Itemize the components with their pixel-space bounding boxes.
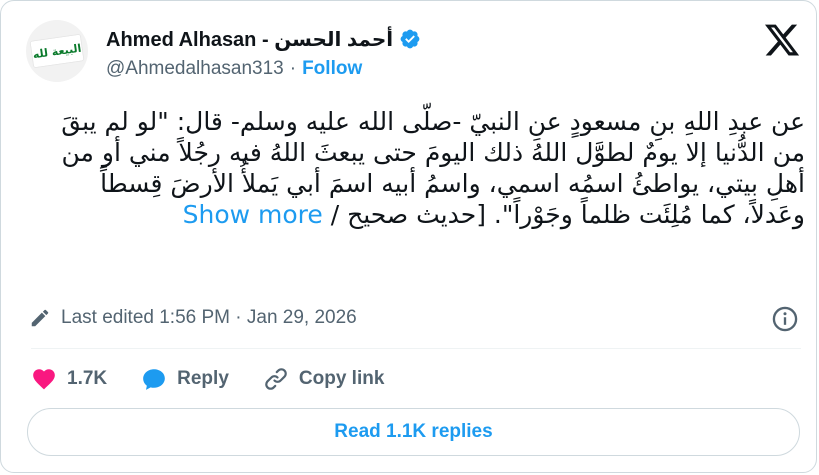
edited-timestamp[interactable]: Last edited 1:56 PM · Jan 29, 2026 (61, 307, 357, 329)
link-icon (265, 368, 287, 390)
heart-icon (33, 369, 55, 390)
read-replies-button[interactable]: Read 1.1K replies (27, 408, 800, 456)
like-count: 1.7K (67, 368, 108, 389)
avatar-flag: البيعة لله (30, 34, 84, 68)
tweet-header: Ahmed Alhasan - أحمد الحسن @Ahmedalhasan… (106, 26, 421, 86)
copy-link-button[interactable]: Copy link (263, 366, 385, 392)
info-icon[interactable] (771, 305, 799, 333)
divider (31, 348, 801, 349)
name-row: Ahmed Alhasan - أحمد الحسن (106, 26, 421, 52)
avatar[interactable]: البيعة لله (26, 20, 88, 82)
follow-button[interactable]: Follow (302, 58, 362, 80)
author-display-name[interactable]: Ahmed Alhasan - أحمد الحسن (106, 27, 393, 52)
x-logo-icon[interactable] (763, 21, 801, 59)
show-more-link[interactable]: Show more (183, 200, 323, 229)
verified-badge-icon (399, 28, 421, 50)
tweet-text-content: عن عبدِ اللهِ بنِ مسعودٍ عنِ النبيّ -صلّ… (61, 107, 805, 229)
handle-row: @Ahmedalhasan313 · Follow (106, 58, 421, 80)
reply-button[interactable]: Reply (141, 366, 229, 392)
separator-dot: · (289, 58, 297, 79)
like-button[interactable]: 1.7K (31, 366, 107, 392)
copy-link-label: Copy link (298, 368, 385, 389)
edited-row: Last edited 1:56 PM · Jan 29, 2026 (29, 303, 799, 333)
pencil-icon (29, 307, 51, 329)
author-handle[interactable]: @Ahmedalhasan313 (106, 58, 284, 80)
tweet-text: عن عبدِ اللهِ بنِ مسعودٍ عنِ النبيّ -صلّ… (31, 106, 805, 230)
reply-bubble-icon (143, 369, 165, 390)
reply-label: Reply (177, 368, 229, 389)
action-bar: 1.7K Reply Copy link (31, 363, 418, 395)
tweet-card: البيعة لله Ahmed Alhasan - أحمد الحسن @A… (0, 0, 817, 473)
